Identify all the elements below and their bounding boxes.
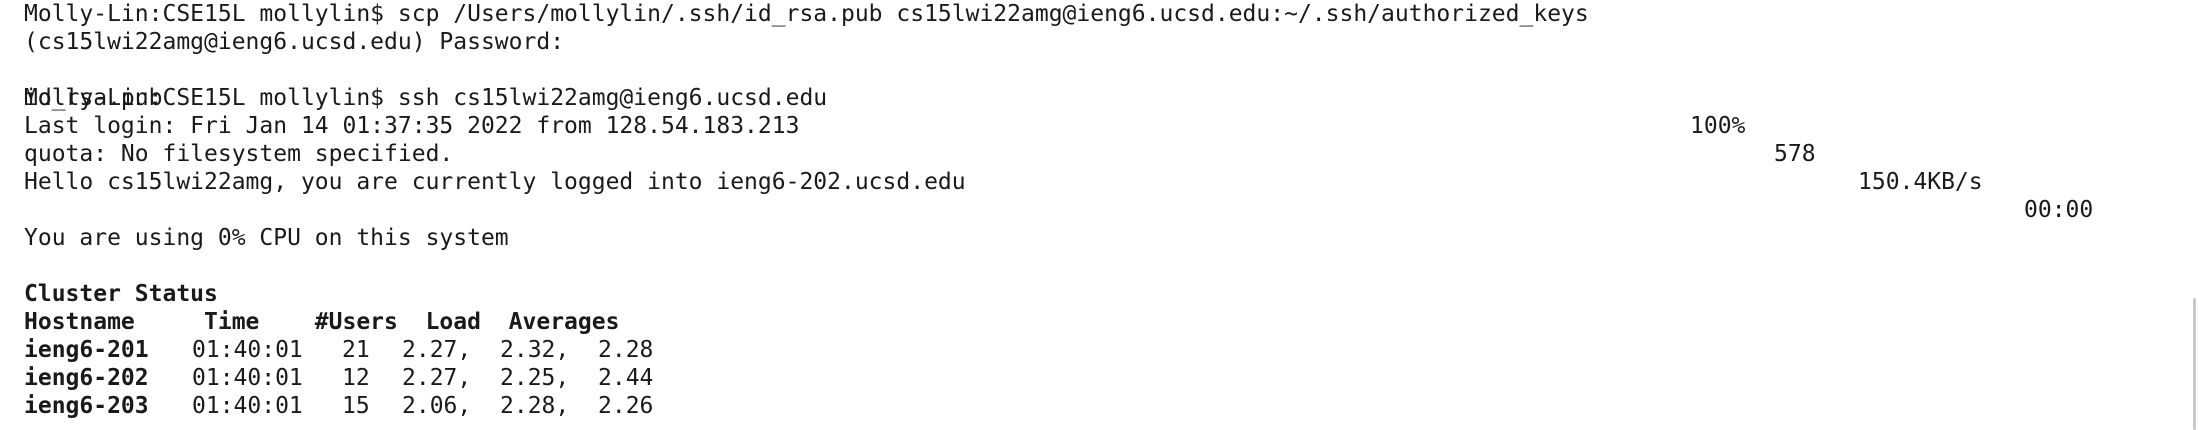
last-login-line: Last login: Fri Jan 14 01:37:35 2022 fro…	[24, 113, 800, 139]
cluster-hostname: ieng6-202	[24, 365, 149, 391]
cluster-hostname: ieng6-201	[24, 337, 149, 363]
cluster-time: 01:40:01	[192, 337, 303, 363]
cluster-load-15: 2.28	[598, 337, 654, 363]
cluster-time: 01:40:01	[192, 365, 303, 391]
cluster-load-1: 2.27,	[402, 365, 472, 391]
cluster-load-15: 2.44	[598, 365, 654, 391]
cluster-load-1: 2.27,	[402, 337, 472, 363]
scrollbar[interactable]	[2188, 0, 2198, 430]
quota-line: quota: No filesystem specified.	[24, 141, 454, 167]
scp-transfer-rate: 150.4KB/s	[1858, 169, 1983, 195]
cluster-table-header: Hostname Time #Users Load Averages	[24, 309, 620, 335]
scrollbar-thumb[interactable]	[2193, 298, 2196, 430]
cluster-load-5: 2.28,	[500, 393, 570, 419]
cluster-users: 15	[342, 393, 370, 419]
cluster-load-5: 2.25,	[500, 365, 570, 391]
cluster-load-15: 2.26	[598, 393, 654, 419]
cpu-usage-line: You are using 0% CPU on this system	[24, 225, 509, 251]
cluster-status-heading: Cluster Status	[24, 281, 218, 307]
scp-eta: 00:00	[2024, 197, 2094, 223]
cluster-table-row: ieng6-202 01:40:01 12 2.27, 2.25, 2.44	[24, 364, 724, 392]
cluster-hostname: ieng6-203	[24, 393, 149, 419]
cluster-time: 01:40:01	[192, 393, 303, 419]
scp-file-size: 578	[1774, 141, 1816, 167]
cluster-users: 12	[342, 365, 370, 391]
cluster-load-5: 2.32,	[500, 337, 570, 363]
scp-progress-line: id_rsa.pub 100% 578 150.4KB/s 00:00	[24, 56, 2124, 223]
hello-line: Hello cs15lwi22amg, you are currently lo…	[24, 169, 966, 195]
scp-command-line: Molly-Lin:CSE15L mollylin$ scp /Users/mo…	[24, 1, 1589, 27]
cluster-table-row: ieng6-201 01:40:01 21 2.27, 2.32, 2.28	[24, 336, 724, 364]
cluster-table-row: ieng6-203 01:40:01 15 2.06, 2.28, 2.26	[24, 392, 724, 420]
cluster-users: 21	[342, 337, 370, 363]
ssh-command-line: Molly-Lin:CSE15L mollylin$ ssh cs15lwi22…	[24, 85, 828, 111]
terminal-window[interactable]: Molly-Lin:CSE15L mollylin$ scp /Users/mo…	[0, 0, 2198, 430]
scp-progress-percent: 100%	[1690, 113, 1746, 139]
cluster-load-1: 2.06,	[402, 393, 472, 419]
password-prompt-line: (cs15lwi22amg@ieng6.ucsd.edu) Password:	[24, 29, 565, 55]
